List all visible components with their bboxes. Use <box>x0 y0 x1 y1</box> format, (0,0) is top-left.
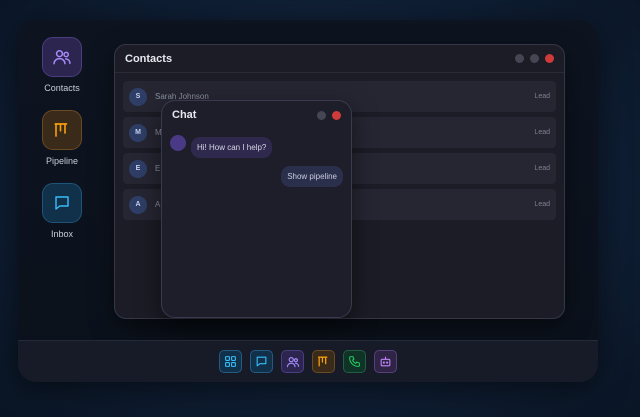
status-badge: Lead <box>534 165 550 172</box>
avatar: E <box>129 159 147 178</box>
avatar: S <box>129 87 147 106</box>
dock-bot-button[interactable] <box>374 350 397 373</box>
desktop-icon-pipeline[interactable]: Pipeline <box>22 110 102 166</box>
dock-dashboard-button[interactable] <box>219 350 242 373</box>
desktop-tile-pipeline[interactable] <box>42 110 82 150</box>
contacts-window-header[interactable]: Contacts <box>115 45 564 73</box>
window-title: Contacts <box>125 52 173 65</box>
desktop-icon-label: Pipeline <box>45 156 79 166</box>
users-icon <box>53 50 71 65</box>
dock-inbox-button[interactable] <box>250 350 273 373</box>
phone-icon <box>349 356 360 367</box>
chat-window: Chat Hi! How can I help? Show pipeline <box>161 100 352 318</box>
window-controls <box>515 54 554 63</box>
contact-name: E <box>155 164 161 173</box>
avatar: M <box>129 123 147 142</box>
dashboard-icon <box>225 356 236 367</box>
pipeline-icon <box>317 356 328 367</box>
avatar: A <box>129 195 147 214</box>
desktop-icon-label: Contacts <box>44 83 80 93</box>
dock-phone-button[interactable] <box>343 350 366 373</box>
avatar <box>170 135 186 151</box>
message-icon <box>55 196 69 210</box>
desktop-icon-contacts[interactable]: Contacts <box>22 37 102 93</box>
chat-messages: Hi! How can I help? Show pipeline <box>162 129 351 193</box>
status-badge: Lead <box>534 129 550 136</box>
desktop-icon-inbox[interactable]: Inbox <box>22 183 102 239</box>
message-bubble: Hi! How can I help? <box>191 137 273 158</box>
outgoing-message: Show pipeline <box>170 166 343 187</box>
maximize-icon[interactable] <box>530 54 539 63</box>
window-title: Chat <box>172 109 197 121</box>
chat-window-header[interactable]: Chat <box>162 101 351 129</box>
users-icon <box>286 356 299 367</box>
message-bubble: Show pipeline <box>281 166 343 187</box>
dock-contacts-button[interactable] <box>281 350 304 373</box>
status-badge: Lead <box>534 201 550 208</box>
message-icon <box>256 356 267 367</box>
incoming-message: Hi! How can I help? <box>170 135 343 158</box>
contact-name: A <box>155 200 161 209</box>
minimize-icon[interactable] <box>515 54 524 63</box>
dock-pipeline-button[interactable] <box>312 350 335 373</box>
close-icon[interactable] <box>545 54 554 63</box>
status-badge: Lead <box>534 93 550 100</box>
taskbar-dock <box>18 340 598 382</box>
desktop-icon-label: Inbox <box>50 229 74 239</box>
pipeline-icon <box>54 123 68 137</box>
desktop-screen: Contacts Pipeline Inbox Contacts S Sarah… <box>18 20 598 382</box>
minimize-icon[interactable] <box>317 110 326 120</box>
desktop-tile-contacts[interactable] <box>42 37 82 77</box>
window-controls <box>317 110 341 120</box>
close-icon[interactable] <box>332 110 341 120</box>
bot-icon <box>380 356 391 367</box>
desktop-tile-inbox[interactable] <box>42 183 82 223</box>
